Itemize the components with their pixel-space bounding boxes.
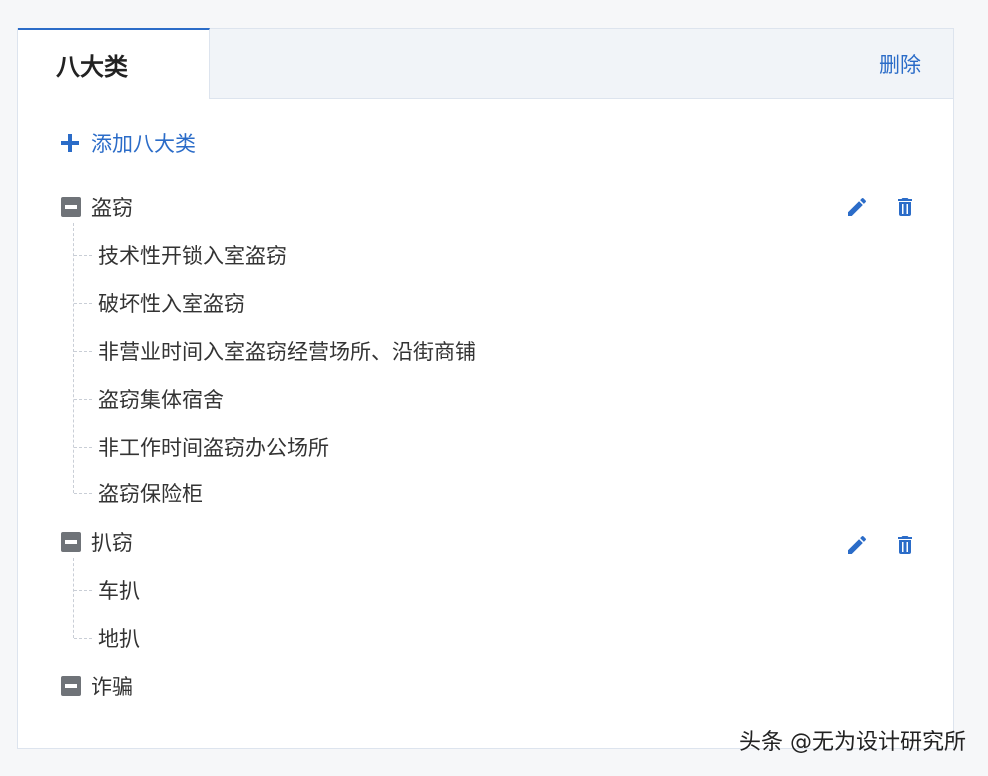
tree-node-label: 盗窃 (91, 196, 133, 220)
tree-node-fraud: 诈骗 (61, 670, 133, 702)
tree-child-item[interactable]: 非工作时间盗窃办公场所 (98, 431, 329, 463)
collapse-icon[interactable] (61, 676, 81, 696)
tree-child-item[interactable]: 盗窃集体宿舍 (98, 383, 224, 415)
watermark: 头条 @无为设计研究所 (739, 730, 966, 755)
trash-icon[interactable] (892, 532, 918, 558)
tree-child-item[interactable]: 地扒 (98, 622, 140, 654)
tree-child-item[interactable]: 技术性开锁入室盗窃 (98, 239, 287, 271)
tree-branch (74, 399, 92, 400)
trash-icon[interactable] (892, 194, 918, 220)
node-actions (844, 191, 918, 223)
delete-tab-button[interactable]: 删除 (879, 29, 921, 99)
collapse-icon[interactable] (61, 532, 81, 552)
node-actions (844, 529, 918, 561)
tree-child-label: 非营业时间入室盗窃经营场所、沿街商铺 (98, 340, 476, 364)
tree-child-item[interactable]: 盗窃保险柜 (98, 477, 203, 509)
tree-node-label: 扒窃 (91, 531, 133, 555)
tree-child-label: 盗窃集体宿舍 (98, 388, 224, 412)
add-category-button[interactable]: 添加八大类 (61, 127, 196, 159)
tree-node-theft: 盗窃 (61, 191, 133, 223)
tree-branch (74, 351, 92, 352)
tree-branch (74, 255, 92, 256)
tree-branch (74, 493, 92, 494)
tree-child-label: 技术性开锁入室盗窃 (98, 244, 287, 268)
tree-child-label: 盗窃保险柜 (98, 482, 203, 506)
tree-child-label: 非工作时间盗窃办公场所 (98, 436, 329, 460)
tree-node-pickpocket: 扒窃 (61, 526, 133, 558)
tree-branch (74, 590, 92, 591)
tree-branch (74, 638, 92, 639)
tree-child-label: 地扒 (98, 627, 140, 651)
tab-bar: 八大类 删除 (18, 28, 953, 99)
tab-label: 八大类 (56, 53, 128, 81)
add-category-label: 添加八大类 (91, 132, 196, 156)
tab-eight-categories[interactable]: 八大类 (18, 28, 210, 99)
delete-tab-label: 删除 (879, 53, 921, 77)
pencil-icon[interactable] (844, 194, 870, 220)
tree-child-item[interactable]: 破坏性入室盗窃 (98, 287, 245, 319)
tree-branch (74, 447, 92, 448)
collapse-icon[interactable] (61, 197, 81, 217)
tree-connector (73, 223, 74, 493)
tree-child-item[interactable]: 非营业时间入室盗窃经营场所、沿街商铺 (98, 335, 476, 367)
pencil-icon[interactable] (844, 532, 870, 558)
tree-child-item[interactable]: 车扒 (98, 574, 140, 606)
tree-child-label: 破坏性入室盗窃 (98, 292, 245, 316)
plus-icon (61, 134, 79, 152)
tree-node-label: 诈骗 (91, 675, 133, 699)
tree-branch (74, 303, 92, 304)
tree-child-label: 车扒 (98, 579, 140, 603)
category-panel: 八大类 删除 添加八大类 盗窃 技术性开锁入室盗窃 破坏性入室盗窃 非营业时间入… (17, 28, 954, 749)
tree-connector (73, 558, 74, 638)
